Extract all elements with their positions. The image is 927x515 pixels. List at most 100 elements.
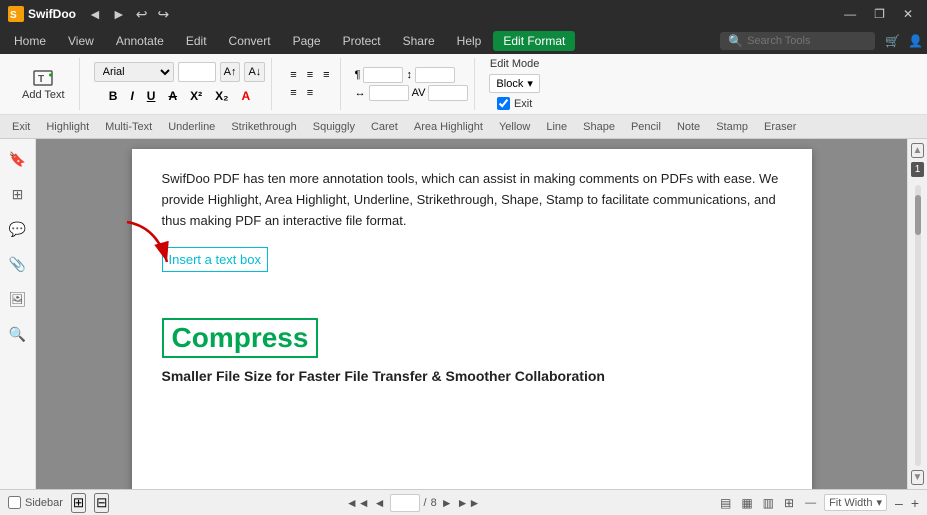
scroll-view-button[interactable]: ▥ [760, 494, 777, 512]
menu-share[interactable]: Share [393, 31, 445, 51]
user-icon[interactable]: 👤 [908, 34, 923, 48]
align-buttons: ≡ ≡ ≡ ≡ ≡ [286, 67, 333, 101]
single-page-view-button[interactable]: ▤ [717, 494, 734, 512]
spread-view-button[interactable]: ⊞ [781, 494, 797, 512]
close-button[interactable]: ✕ [897, 5, 919, 23]
ann-tab-stamp[interactable]: Stamp [708, 118, 756, 136]
menu-edit-format[interactable]: Edit Format [493, 31, 575, 51]
current-page-input[interactable]: 5 [390, 494, 420, 512]
fit-dropdown-icon: ▾ [876, 496, 882, 509]
strikethrough-button[interactable]: A [163, 86, 182, 106]
sidebar-icon-comments[interactable]: 💬 [5, 217, 30, 242]
menu-annotate[interactable]: Annotate [106, 31, 174, 51]
bold-button[interactable]: B [104, 86, 123, 106]
menu-convert[interactable]: Convert [219, 31, 281, 51]
exit-checkbox[interactable] [497, 97, 510, 110]
edit-mode-group: Edit Mode Block ▾ Exit [483, 58, 545, 110]
ann-tab-exit[interactable]: Exit [4, 118, 38, 136]
search-box[interactable]: 🔍 [720, 32, 875, 50]
ann-tab-underline[interactable]: Underline [160, 118, 223, 136]
underline-button[interactable]: U [142, 86, 161, 106]
spacing-after-input[interactable]: 0.00 [415, 67, 455, 83]
font-shrink-button[interactable]: A↓ [244, 62, 265, 82]
app-logo-icon: S [8, 6, 24, 22]
spacing-char-icon: AV [412, 87, 426, 99]
font-family-select[interactable]: Arial [94, 62, 174, 82]
annotation-bar: Exit Highlight Multi-Text Underline Stri… [0, 115, 927, 139]
ann-tab-line[interactable]: Line [538, 118, 575, 136]
menu-extra-icons: 🛒 👤 [885, 34, 923, 48]
ann-tab-shape[interactable]: Shape [575, 118, 623, 136]
menu-page[interactable]: Page [283, 31, 331, 51]
font-color-button[interactable]: A [236, 86, 255, 106]
menu-view[interactable]: View [58, 31, 104, 51]
nav-back-button[interactable]: ◄ [84, 4, 106, 25]
menu-protect[interactable]: Protect [333, 31, 391, 51]
edit-mode-label: Edit Mode [490, 58, 540, 70]
scroll-thumb[interactable] [915, 195, 921, 235]
ann-tab-squiggly[interactable]: Squiggly [305, 118, 363, 136]
sidebar-icon-attachments[interactable]: 📎 [5, 252, 30, 277]
menu-edit[interactable]: Edit [176, 31, 217, 51]
spacing-row-2: ↔ 100 AV 0.00 [355, 85, 469, 101]
align-distribute-button[interactable]: ≡ [303, 85, 317, 101]
ann-tab-note[interactable]: Note [669, 118, 708, 136]
ann-tab-highlight[interactable]: Highlight [38, 118, 97, 136]
expand-button[interactable]: ⊞ [71, 493, 86, 513]
zoom-plus-button[interactable]: + [911, 495, 919, 511]
fit-width-dropdown[interactable]: Fit Width ▾ [824, 494, 887, 511]
maximize-button[interactable]: ❐ [868, 5, 891, 23]
ann-tab-yellow[interactable]: Yellow [491, 118, 538, 136]
page-separator: / [424, 497, 427, 509]
spacing-char-input[interactable]: 0.00 [428, 85, 468, 101]
nav-redo-button[interactable]: ↪ [153, 4, 173, 25]
ann-tab-multitext[interactable]: Multi-Text [97, 118, 160, 136]
spacing-before-input[interactable]: 0.00 [363, 67, 403, 83]
exit-row[interactable]: Exit [497, 97, 532, 110]
title-bar: S SwifDoo ◄ ► ↩ ↪ — ❐ ✕ [0, 0, 927, 28]
last-page-button[interactable]: ►► [457, 496, 481, 510]
sidebar-icon-thumbnails[interactable]: ⊞ [8, 182, 28, 207]
add-text-button[interactable]: T Add Text [14, 63, 73, 105]
ann-tab-area-highlight[interactable]: Area Highlight [406, 118, 491, 136]
align-right-button[interactable]: ≡ [319, 67, 333, 83]
menu-home[interactable]: Home [4, 31, 56, 51]
sidebar-checkbox[interactable]: Sidebar [8, 496, 63, 509]
block-dropdown[interactable]: Block ▾ [489, 74, 539, 93]
collapse-button[interactable]: ⊟ [94, 493, 109, 513]
first-page-button[interactable]: ◄◄ [346, 496, 370, 510]
sidebar-icon-bookmark[interactable]: 🔖 [5, 147, 30, 172]
sidebar-icon-search[interactable]: 🔍 [5, 322, 30, 347]
scroll-up-button[interactable]: ▲ [911, 143, 925, 158]
sidebar-toggle-checkbox[interactable] [8, 496, 21, 509]
nav-forward-button[interactable]: ► [108, 4, 130, 25]
subscript-button[interactable]: X₂ [210, 86, 233, 106]
spacing-scale-input[interactable]: 100 [369, 85, 409, 101]
scroll-down-button[interactable]: ▼ [911, 470, 925, 485]
spacing-line-icon: ↕ [406, 69, 412, 81]
prev-page-button[interactable]: ◄ [374, 496, 386, 510]
search-input[interactable] [747, 35, 867, 47]
font-grow-button[interactable]: A↑ [220, 62, 241, 82]
ann-tab-eraser[interactable]: Eraser [756, 118, 804, 136]
menu-help[interactable]: Help [447, 31, 492, 51]
two-page-view-button[interactable]: ▦ [738, 494, 755, 512]
align-center-button[interactable]: ≡ [303, 67, 317, 83]
italic-button[interactable]: I [125, 86, 138, 106]
ann-tab-caret[interactable]: Caret [363, 118, 406, 136]
superscript-button[interactable]: X² [185, 86, 207, 106]
ann-tab-pencil[interactable]: Pencil [623, 118, 669, 136]
cart-icon[interactable]: 🛒 [885, 34, 900, 48]
main-area: 🔖 ⊞ 💬 📎 🖼 🔍 SwifDoo PDF has ten more ann… [0, 139, 927, 489]
scroll-track[interactable] [915, 185, 921, 466]
spacing-para-icon: ¶ [355, 69, 361, 81]
zoom-minus-button[interactable]: – [895, 495, 903, 511]
sidebar-icon-image[interactable]: 🖼 [5, 287, 31, 312]
minimize-button[interactable]: — [838, 5, 862, 23]
align-left-button[interactable]: ≡ [286, 67, 300, 83]
align-justify-button[interactable]: ≡ [286, 85, 300, 101]
font-size-input[interactable]: 12.00 [178, 62, 216, 82]
next-page-button[interactable]: ► [441, 496, 453, 510]
nav-undo-button[interactable]: ↩ [132, 4, 152, 25]
ann-tab-strikethrough[interactable]: Strikethrough [223, 118, 304, 136]
